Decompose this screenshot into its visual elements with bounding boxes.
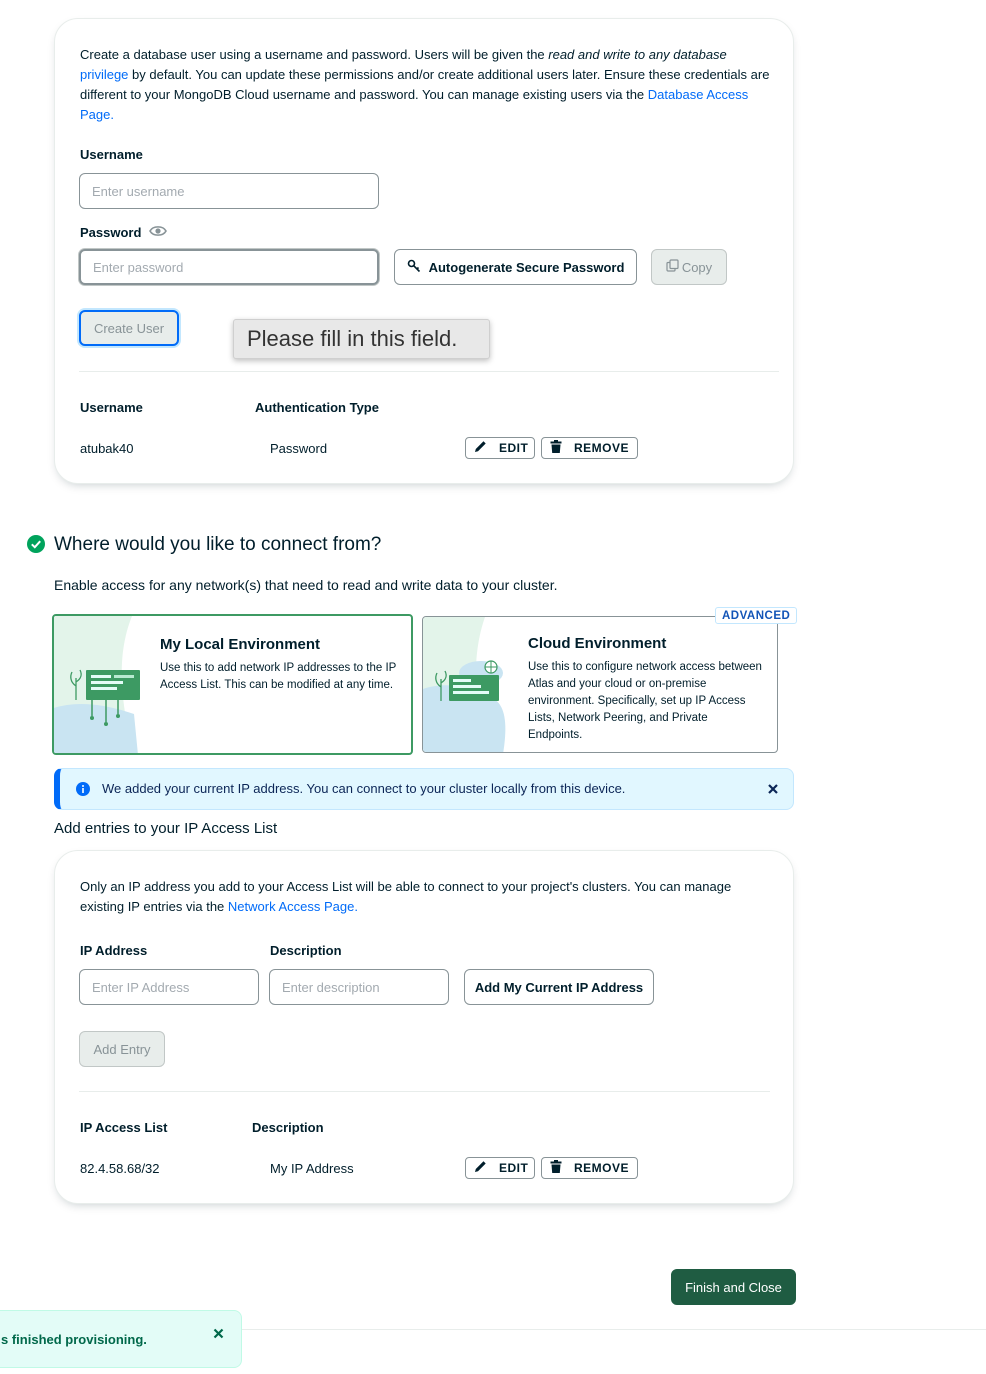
connect-section-title: Where would you like to connect from? bbox=[54, 534, 382, 555]
copy-icon bbox=[666, 259, 679, 275]
col-header-auth-type: Authentication Type bbox=[255, 400, 379, 415]
intro-text-part1: Create a database user using a username … bbox=[80, 47, 549, 62]
autogenerate-label: Autogenerate Secure Password bbox=[428, 259, 625, 275]
intro-text-emphasis: read and write to any database bbox=[548, 47, 727, 62]
local-environment-card[interactable]: My Local Environment Use this to add net… bbox=[52, 614, 413, 755]
col-header-username: Username bbox=[80, 400, 143, 415]
add-current-ip-label: Add My Current IP Address bbox=[474, 979, 644, 995]
description-input[interactable] bbox=[269, 969, 449, 1005]
ip-intro-part1: Only an IP address you add to your Acces… bbox=[80, 879, 732, 914]
close-icon[interactable] bbox=[767, 782, 781, 796]
edit-user-button[interactable]: EDIT bbox=[465, 437, 535, 459]
connect-section-subtitle: Enable access for any network(s) that ne… bbox=[54, 577, 558, 593]
username-label: Username bbox=[80, 147, 143, 162]
col-header-ip-access-list: IP Access List bbox=[80, 1120, 168, 1135]
cloud-environment-card[interactable]: Cloud Environment Use this to configure … bbox=[422, 616, 778, 753]
ip-access-card: Only an IP address you add to your Acces… bbox=[54, 850, 794, 1204]
finish-and-close-label: Finish and Close bbox=[685, 1279, 782, 1295]
pencil-icon bbox=[474, 1160, 487, 1176]
user-divider bbox=[79, 371, 779, 372]
ip-intro-text: Only an IP address you add to your Acces… bbox=[80, 877, 775, 917]
ip-address-label: IP Address bbox=[80, 943, 148, 958]
local-env-title: My Local Environment bbox=[160, 636, 321, 653]
pencil-icon bbox=[474, 440, 487, 456]
user-intro-text: Create a database user using a username … bbox=[80, 45, 775, 125]
info-banner-text: We added your current IP address. You ca… bbox=[102, 781, 626, 796]
user-row-username: atubak40 bbox=[80, 441, 134, 456]
copy-password-button[interactable]: Copy bbox=[651, 249, 727, 285]
ip-list-heading: Add entries to your IP Access List bbox=[54, 820, 278, 837]
key-icon bbox=[407, 259, 421, 276]
info-banner: We added your current IP address. You ca… bbox=[54, 768, 794, 810]
remove-label: REMOVE bbox=[574, 1161, 630, 1175]
create-user-label: Create User bbox=[93, 320, 165, 336]
ip-row-address: 82.4.58.68/32 bbox=[80, 1161, 160, 1176]
remove-ip-button[interactable]: REMOVE bbox=[541, 1157, 638, 1179]
create-user-button[interactable]: Create User bbox=[79, 310, 179, 346]
add-entry-label: Add Entry bbox=[93, 1041, 151, 1057]
toast-text: s finished provisioning. bbox=[1, 1332, 147, 1347]
ip-row-description: My IP Address bbox=[270, 1161, 354, 1176]
validation-tooltip-text: Please fill in this field. bbox=[247, 326, 458, 351]
advanced-badge: ADVANCED bbox=[715, 607, 798, 624]
provisioning-toast: s finished provisioning. bbox=[0, 1310, 242, 1368]
password-input[interactable] bbox=[79, 249, 379, 285]
add-entry-button[interactable]: Add Entry bbox=[79, 1031, 165, 1067]
privilege-link[interactable]: privilege bbox=[80, 67, 128, 82]
trash-icon bbox=[550, 440, 562, 456]
local-env-illustration bbox=[54, 616, 149, 753]
ip-divider bbox=[79, 1091, 770, 1092]
database-user-card: Create a database user using a username … bbox=[54, 18, 794, 484]
col-header-description: Description bbox=[252, 1120, 324, 1135]
check-circle-icon bbox=[27, 535, 45, 553]
close-icon[interactable] bbox=[213, 1326, 225, 1339]
edit-ip-button[interactable]: EDIT bbox=[465, 1157, 535, 1179]
footer-divider bbox=[240, 1329, 986, 1330]
cloud-env-title: Cloud Environment bbox=[528, 635, 667, 652]
description-label: Description bbox=[270, 943, 342, 958]
advanced-badge-text: ADVANCED bbox=[722, 609, 791, 622]
remove-label: REMOVE bbox=[574, 441, 630, 455]
copy-label: Copy bbox=[681, 259, 713, 275]
validation-tooltip: Please fill in this field. bbox=[233, 319, 490, 359]
edit-label: EDIT bbox=[499, 1161, 529, 1175]
username-input[interactable] bbox=[79, 173, 379, 209]
info-icon bbox=[76, 782, 90, 801]
autogenerate-password-button[interactable]: Autogenerate Secure Password bbox=[394, 249, 637, 285]
user-row-auth-type: Password bbox=[270, 441, 328, 456]
password-label: Password bbox=[80, 225, 142, 240]
eye-icon[interactable] bbox=[149, 224, 167, 238]
finish-and-close-button[interactable]: Finish and Close bbox=[671, 1269, 796, 1305]
trash-icon bbox=[550, 1160, 562, 1176]
remove-user-button[interactable]: REMOVE bbox=[541, 437, 638, 459]
edit-label: EDIT bbox=[499, 441, 529, 455]
network-access-page-link[interactable]: Network Access Page. bbox=[228, 899, 358, 914]
ip-address-input[interactable] bbox=[79, 969, 259, 1005]
cloud-env-illustration bbox=[423, 617, 518, 752]
add-current-ip-button[interactable]: Add My Current IP Address bbox=[464, 969, 654, 1005]
local-env-description: Use this to add network IP addresses to … bbox=[160, 662, 397, 691]
cloud-env-description: Use this to configure network access bet… bbox=[528, 661, 762, 741]
